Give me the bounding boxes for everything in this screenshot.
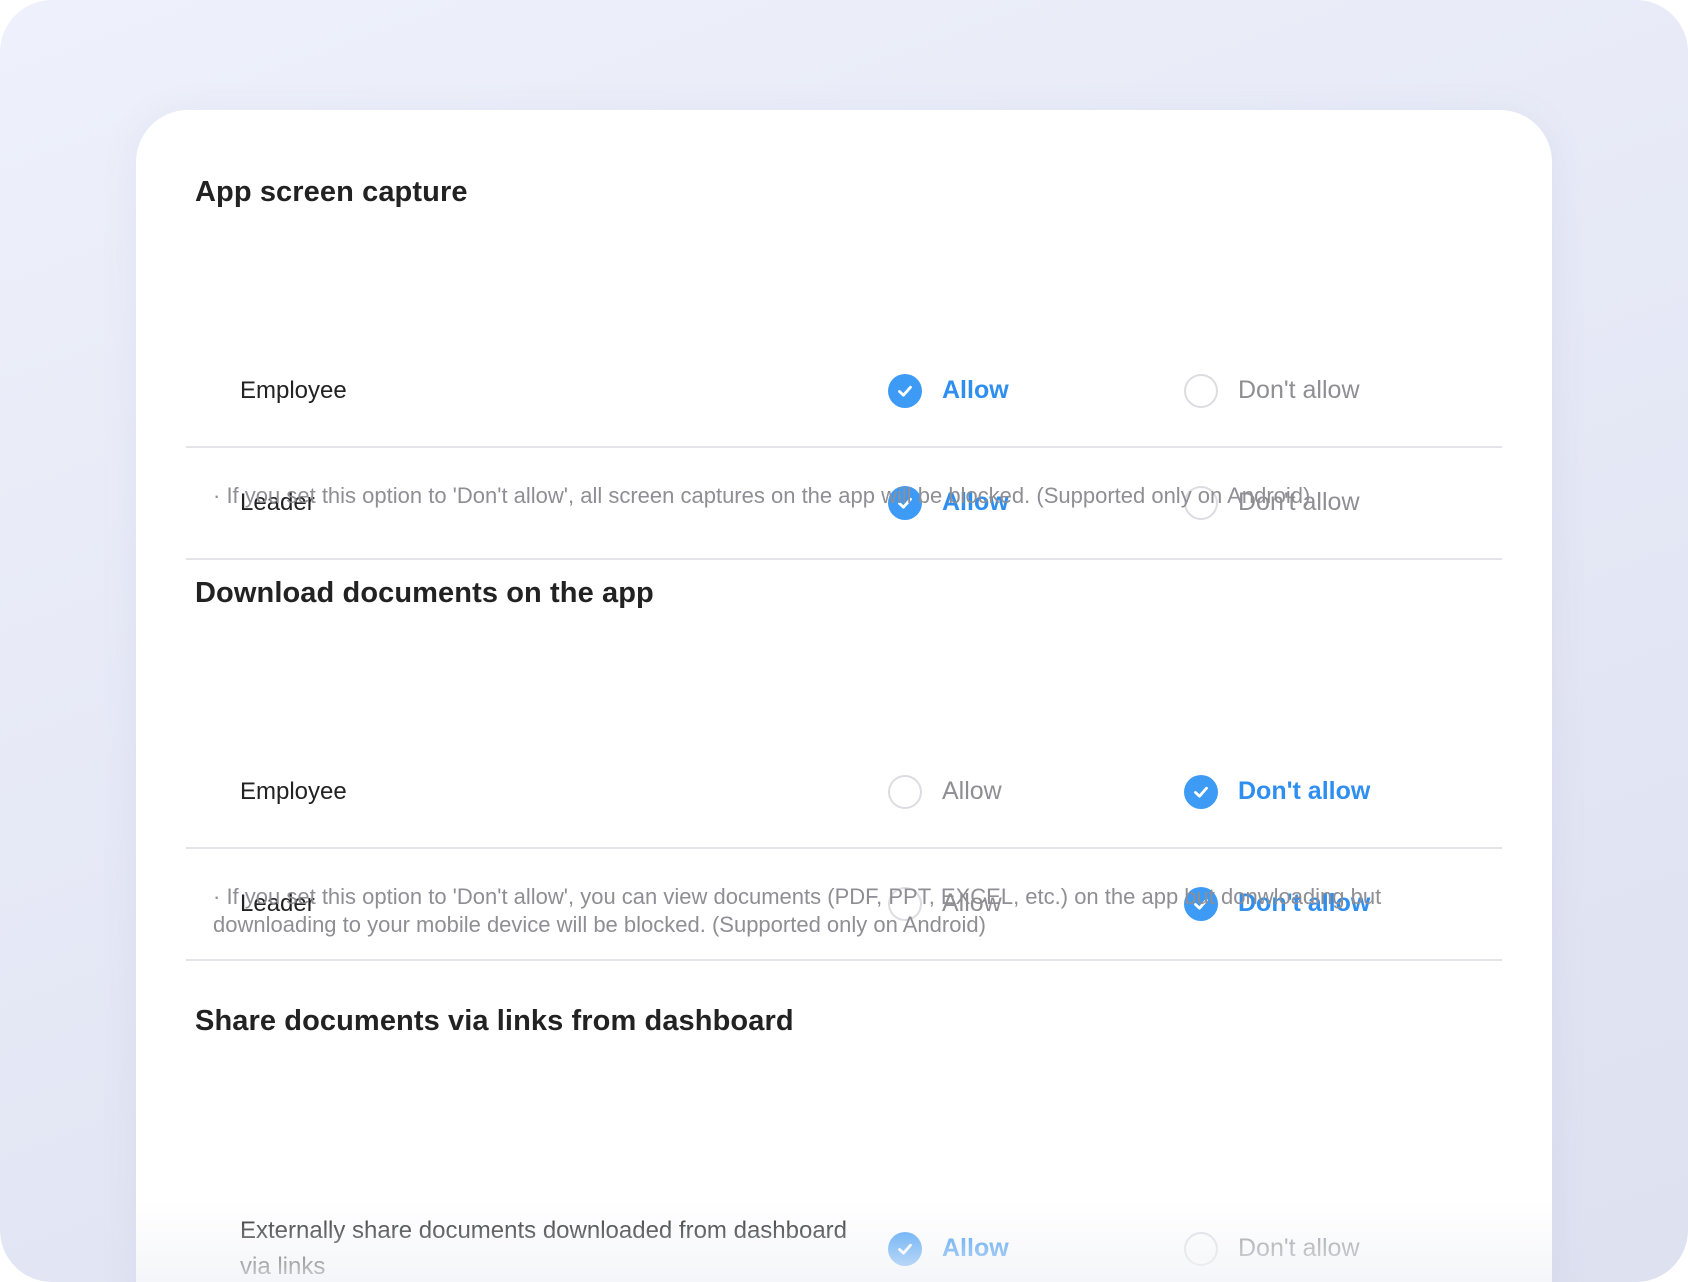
allow-option[interactable]: Allow xyxy=(888,736,1002,847)
row-label: Employee xyxy=(240,777,347,805)
row-download-employee: Employee Allow Don't allow xyxy=(186,736,1502,849)
empty-circle-icon xyxy=(1184,1231,1218,1266)
row-label: Employee xyxy=(240,376,347,404)
background-frame: App screen capture Employee Allow Don't … xyxy=(0,0,1688,1282)
dont-allow-option[interactable]: Don't allow xyxy=(1184,736,1370,847)
screen-capture-note: · If you set this option to 'Don't allow… xyxy=(213,483,1311,508)
empty-circle-icon xyxy=(1184,373,1218,408)
empty-circle-icon xyxy=(888,774,922,809)
dont-allow-option[interactable]: Don't allow xyxy=(1184,335,1360,446)
allow-option[interactable]: Allow xyxy=(888,335,1009,446)
allow-option[interactable]: Allow xyxy=(888,1193,1009,1282)
row-share-external-links: Externally share documents downloaded fr… xyxy=(186,1193,1502,1282)
download-documents-note: · If you set this option to 'Don't allow… xyxy=(213,884,1382,937)
check-circle-icon xyxy=(888,1231,922,1266)
allow-label: Allow xyxy=(942,1234,1009,1262)
dont-allow-label: Don't allow xyxy=(1238,777,1371,805)
dont-allow-option[interactable]: Don't allow xyxy=(1184,1193,1360,1282)
dont-allow-label: Don't allow xyxy=(1238,1234,1360,1262)
settings-card: App screen capture Employee Allow Don't … xyxy=(136,110,1552,1282)
row-screen-capture-employee: Employee Allow Don't allow xyxy=(186,335,1502,448)
check-circle-icon xyxy=(888,373,922,408)
section-title-app-screen-capture: App screen capture xyxy=(195,176,468,208)
row-label: Externally share documents downloaded fr… xyxy=(240,1216,848,1280)
allow-label: Allow xyxy=(942,777,1002,805)
section-title-download-documents: Download documents on the app xyxy=(195,577,654,609)
check-circle-icon xyxy=(1184,774,1218,809)
section-title-share-documents: Share documents via links from dashboard xyxy=(195,1005,794,1037)
allow-label: Allow xyxy=(942,376,1009,404)
dont-allow-label: Don't allow xyxy=(1238,376,1360,404)
